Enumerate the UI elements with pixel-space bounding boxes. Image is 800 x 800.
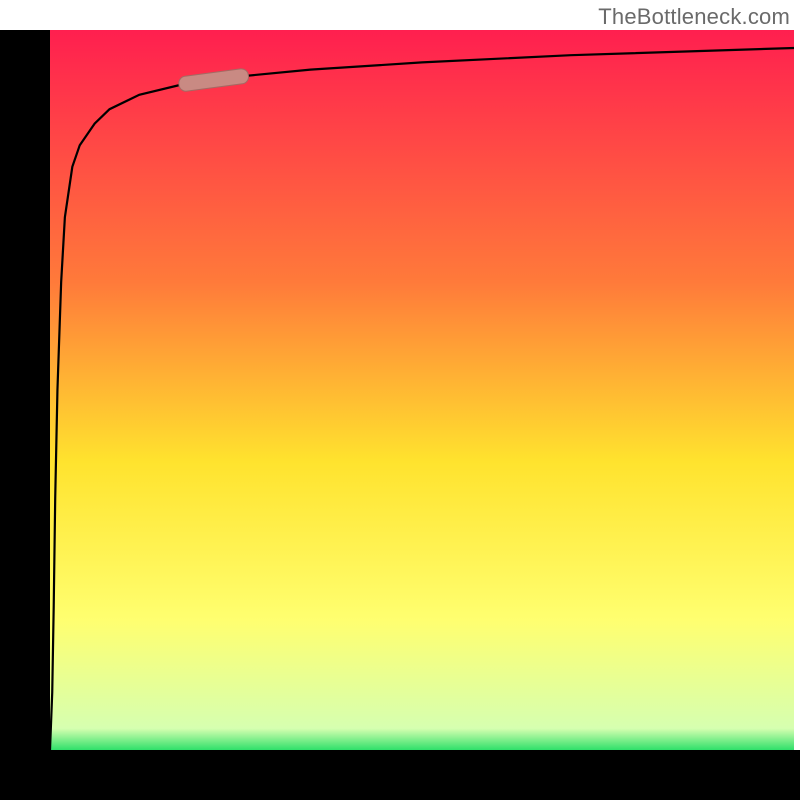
plot-background xyxy=(50,30,794,750)
axis-left-border xyxy=(0,30,50,800)
watermark-text: TheBottleneck.com xyxy=(598,4,790,30)
chart-area xyxy=(0,0,800,800)
axis-bottom-border xyxy=(0,750,800,800)
chart-svg xyxy=(0,0,800,800)
